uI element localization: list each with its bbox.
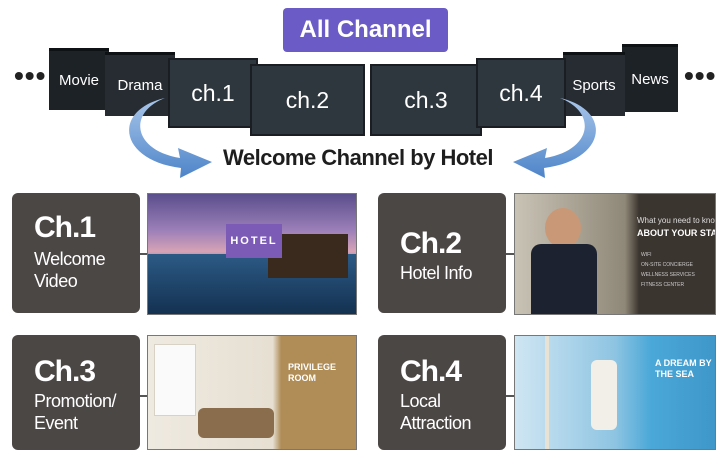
- card-description-line2: Event: [34, 413, 78, 433]
- local-attraction-thumbnail: A DREAM BY THE SEA: [514, 335, 716, 450]
- card-channel-number: Ch.3: [34, 355, 96, 388]
- info-bullet: WELLNESS SERVICES: [641, 272, 695, 278]
- info-bullet: FITNESS CENTER: [641, 282, 685, 288]
- info-heading: ABOUT YOUR STAY: [637, 228, 716, 238]
- promo-heading-line1: PRIVILEGE: [288, 362, 337, 372]
- card-description-line2: Attraction: [400, 413, 472, 433]
- promo-heading-line2: ROOM: [288, 373, 316, 383]
- info-bullet: WIFI: [641, 252, 652, 258]
- attraction-heading-line1: A DREAM BY: [655, 358, 712, 368]
- hotel-info-thumbnail: What you need to know ABOUT YOUR STAY WI…: [514, 193, 716, 315]
- card-channel-number: Ch.4: [400, 355, 462, 388]
- info-bullet: ON-SITE CONCIERGE: [641, 262, 693, 268]
- channel-card-ch3: Ch.3 Promotion/ Event: [12, 335, 140, 450]
- attraction-heading-line2: THE SEA: [655, 369, 695, 379]
- promotion-event-thumbnail: PRIVILEGE ROOM: [147, 335, 357, 450]
- card-channel-number: Ch.1: [34, 211, 96, 244]
- welcome-video-thumbnail: HOTEL: [147, 193, 357, 315]
- card-description-line1: Welcome: [34, 249, 106, 269]
- card-channel-number: Ch.2: [400, 227, 462, 260]
- card-description-line2: Video: [34, 271, 78, 291]
- card-description-line1: Local: [400, 391, 441, 411]
- card-description-line1: Promotion/: [34, 391, 117, 411]
- card-description-line1: Hotel Info: [400, 263, 473, 283]
- info-heading-small: What you need to know: [637, 216, 716, 225]
- hotel-sign: HOTEL: [226, 224, 282, 258]
- channel-card-ch1: Ch.1 Welcome Video: [12, 193, 140, 313]
- channel-card-ch4: Ch.4 Local Attraction: [378, 335, 506, 450]
- welcome-channel-label: Welcome Channel by Hotel: [223, 145, 493, 170]
- channel-card-ch2: Ch.2 Hotel Info: [378, 193, 506, 313]
